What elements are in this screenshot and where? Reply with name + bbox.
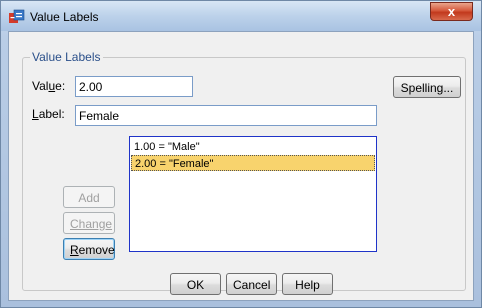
spelling-button[interactable]: Spelling... bbox=[393, 76, 461, 98]
close-button[interactable]: x bbox=[430, 2, 473, 21]
list-item-selected[interactable]: 2.00 = "Female" bbox=[131, 155, 375, 171]
label-label-suffix: abel: bbox=[38, 107, 65, 121]
dialog-body: Value Labels Value: Spelling... Label: A… bbox=[8, 31, 474, 301]
close-icon: x bbox=[447, 4, 456, 19]
remove-accelerator: R bbox=[70, 243, 79, 257]
value-label: Value: bbox=[32, 79, 65, 93]
spss-value-labels-icon bbox=[9, 9, 25, 23]
help-button[interactable]: Help bbox=[282, 273, 333, 295]
change-button[interactable]: Change bbox=[63, 212, 115, 234]
add-button[interactable]: Add bbox=[63, 186, 115, 208]
remove-label-rest: emove bbox=[78, 243, 115, 257]
value-label-suffix: e: bbox=[55, 79, 66, 93]
cancel-button[interactable]: Cancel bbox=[226, 273, 277, 295]
value-labels-dialog: Value Labels x Value Labels Value: Spell… bbox=[0, 0, 482, 308]
ok-button[interactable]: OK bbox=[170, 273, 221, 295]
dialog-title: Value Labels bbox=[30, 10, 99, 24]
value-label-prefix: Val bbox=[32, 79, 49, 93]
value-labels-list[interactable]: 1.00 = "Male" 2.00 = "Female" bbox=[129, 136, 377, 252]
group-legend: Value Labels bbox=[30, 50, 103, 64]
title-bar[interactable]: Value Labels x bbox=[1, 1, 481, 31]
label-input[interactable] bbox=[75, 105, 377, 126]
label-label: Label: bbox=[32, 107, 65, 121]
value-input[interactable] bbox=[75, 76, 193, 97]
label-label-accelerator: L bbox=[32, 107, 39, 121]
list-item[interactable]: 1.00 = "Male" bbox=[131, 139, 375, 155]
remove-button[interactable]: Remove bbox=[63, 238, 115, 260]
